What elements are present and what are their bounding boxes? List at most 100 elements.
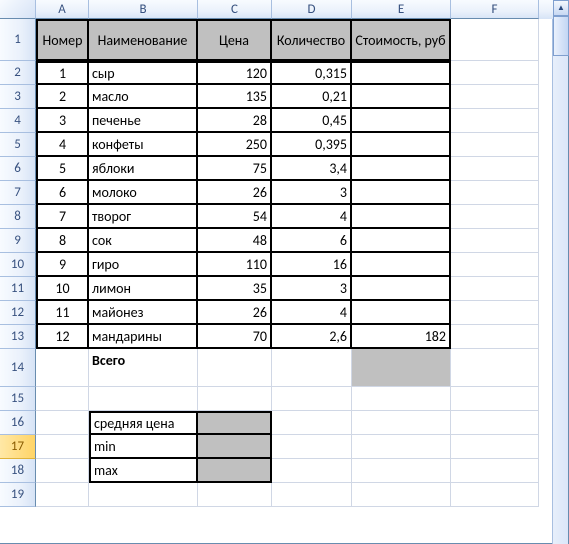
cell[interactable] — [36, 483, 89, 507]
cell-qty[interactable]: 4 — [272, 301, 352, 325]
cell-price[interactable]: 120 — [198, 61, 272, 85]
th-name[interactable]: Наименование — [89, 19, 198, 61]
cell[interactable] — [451, 133, 539, 157]
cell-price[interactable]: 110 — [198, 253, 272, 277]
cell[interactable] — [36, 349, 89, 387]
th-number[interactable]: Номер — [36, 19, 89, 61]
cell-cost[interactable] — [352, 205, 451, 229]
cell-cost[interactable] — [352, 85, 451, 109]
cell-price[interactable]: 54 — [198, 205, 272, 229]
cell-price[interactable]: 250 — [198, 133, 272, 157]
stat-max-label[interactable]: max — [89, 459, 198, 483]
cell-qty[interactable]: 3,4 — [272, 157, 352, 181]
cell[interactable] — [272, 483, 352, 507]
scroll-up-icon[interactable]: ▲ — [553, 0, 569, 16]
cell[interactable] — [451, 459, 539, 483]
cell-name[interactable]: сыр — [89, 61, 198, 85]
cell-qty[interactable]: 3 — [272, 181, 352, 205]
row-header-9[interactable]: 9 — [0, 229, 36, 253]
cell[interactable] — [352, 459, 451, 483]
cell-number[interactable]: 10 — [36, 277, 89, 301]
row-header-8[interactable]: 8 — [0, 205, 36, 229]
cell-name[interactable]: молоко — [89, 181, 198, 205]
cell-number[interactable]: 11 — [36, 301, 89, 325]
cell-number[interactable]: 8 — [36, 229, 89, 253]
cell-cost[interactable] — [352, 229, 451, 253]
cell[interactable] — [272, 387, 352, 411]
cell-name[interactable]: майонез — [89, 301, 198, 325]
cell[interactable] — [36, 387, 89, 411]
cell-name[interactable]: масло — [89, 85, 198, 109]
col-header-A[interactable]: A — [36, 0, 89, 19]
row-header-11[interactable]: 11 — [0, 277, 36, 301]
cell-cost[interactable] — [352, 301, 451, 325]
cell-number[interactable]: 6 — [36, 181, 89, 205]
cell-qty[interactable]: 0,395 — [272, 133, 352, 157]
row-header-17[interactable]: 17 — [0, 435, 36, 459]
cell[interactable] — [272, 459, 352, 483]
cell[interactable] — [451, 229, 539, 253]
stat-min-value[interactable] — [198, 435, 272, 459]
row-header-6[interactable]: 6 — [0, 157, 36, 181]
cell[interactable] — [451, 61, 539, 85]
cell-number[interactable]: 7 — [36, 205, 89, 229]
row-header-5[interactable]: 5 — [0, 133, 36, 157]
cell[interactable] — [451, 205, 539, 229]
row-header-16[interactable]: 16 — [0, 411, 36, 435]
row-header-18[interactable]: 18 — [0, 459, 36, 483]
cell[interactable] — [352, 435, 451, 459]
cell[interactable] — [198, 387, 272, 411]
cell[interactable] — [451, 301, 539, 325]
cell-number[interactable]: 3 — [36, 109, 89, 133]
stat-avg-value[interactable] — [198, 411, 272, 435]
cell-name[interactable]: конфеты — [89, 133, 198, 157]
row-header-12[interactable]: 12 — [0, 301, 36, 325]
col-header-E[interactable]: E — [352, 0, 451, 19]
row-header-19[interactable]: 19 — [0, 483, 36, 507]
cell[interactable] — [272, 435, 352, 459]
col-header-B[interactable]: B — [89, 0, 198, 19]
stat-max-value[interactable] — [198, 459, 272, 483]
cell-cost[interactable] — [352, 157, 451, 181]
th-price[interactable]: Цена — [198, 19, 272, 61]
row-header-10[interactable]: 10 — [0, 253, 36, 277]
cell-cost[interactable] — [352, 61, 451, 85]
cell[interactable] — [451, 181, 539, 205]
cell-name[interactable]: гиро — [89, 253, 198, 277]
cell[interactable] — [272, 349, 352, 387]
cell-cost[interactable] — [352, 277, 451, 301]
cell-price[interactable]: 75 — [198, 157, 272, 181]
col-header-F[interactable]: F — [451, 0, 539, 19]
cell-qty[interactable]: 6 — [272, 229, 352, 253]
select-all-corner[interactable] — [0, 0, 36, 19]
cell-name[interactable]: творог — [89, 205, 198, 229]
cell[interactable] — [451, 387, 539, 411]
cell[interactable] — [451, 411, 539, 435]
th-cost[interactable]: Стоимость, руб — [352, 19, 451, 61]
cell[interactable] — [451, 109, 539, 133]
row-header-13[interactable]: 13 — [0, 325, 36, 349]
cell-cost[interactable] — [352, 109, 451, 133]
cell[interactable] — [352, 387, 451, 411]
cell[interactable] — [198, 349, 272, 387]
vertical-scrollbar[interactable]: ▲ — [552, 0, 568, 544]
cell-qty[interactable]: 2,6 — [272, 325, 352, 349]
cell-name[interactable]: печенье — [89, 109, 198, 133]
col-header-D[interactable]: D — [272, 0, 352, 19]
cell[interactable] — [272, 411, 352, 435]
cell-name[interactable]: лимон — [89, 277, 198, 301]
cell-number[interactable]: 9 — [36, 253, 89, 277]
total-label[interactable]: Всего — [89, 349, 198, 387]
cell[interactable] — [451, 277, 539, 301]
cell-qty[interactable]: 0,21 — [272, 85, 352, 109]
cell-price[interactable]: 48 — [198, 229, 272, 253]
cell-name[interactable]: мандарины — [89, 325, 198, 349]
cell-number[interactable]: 1 — [36, 61, 89, 85]
row-header-3[interactable]: 3 — [0, 85, 36, 109]
cell[interactable] — [352, 411, 451, 435]
row-header-14[interactable]: 14 — [0, 349, 36, 387]
cell[interactable] — [451, 349, 539, 387]
stat-min-label[interactable]: min — [89, 435, 198, 459]
cell-number[interactable]: 2 — [36, 85, 89, 109]
cell[interactable] — [451, 483, 539, 507]
